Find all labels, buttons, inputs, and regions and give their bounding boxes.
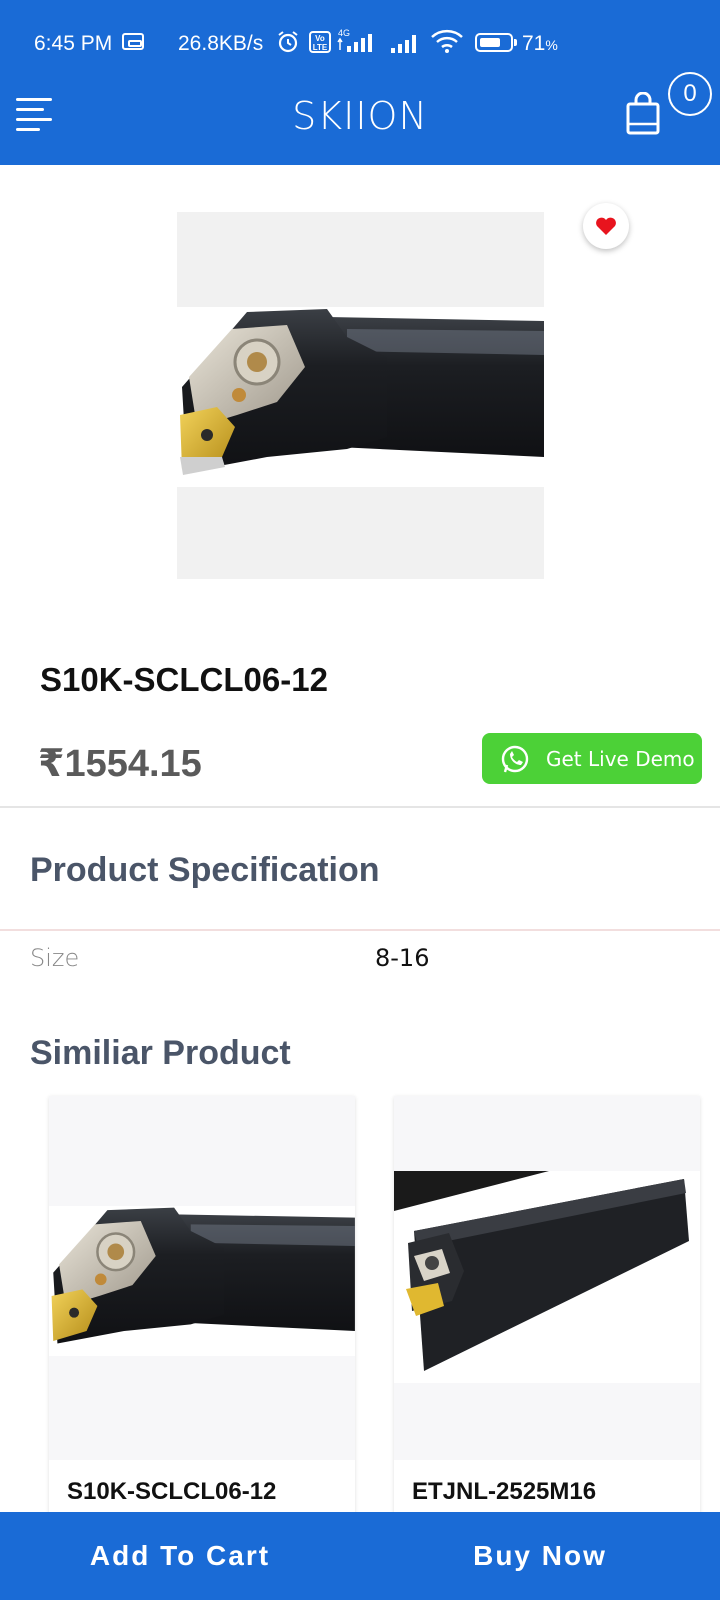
favorite-button[interactable]	[583, 203, 629, 249]
whatsapp-icon	[501, 745, 529, 773]
status-time: 6:45 PM	[34, 32, 113, 55]
spec-value-size: 8-16	[375, 944, 430, 972]
live-demo-label: Get Live Demo	[546, 747, 695, 771]
battery-percent: 71%	[522, 32, 558, 55]
shopping-bag-icon	[626, 91, 660, 135]
similar-section-title: Similiar Product	[30, 1034, 291, 1072]
status-bar: 6:45 PM 26.8KB/s Vo LTE 4G 71%	[0, 0, 720, 88]
divider	[0, 806, 720, 808]
cart-count-badge: 0	[668, 72, 712, 116]
app-header: 6:45 PM 26.8KB/s Vo LTE 4G 71% SKIION 0	[0, 0, 720, 165]
bottom-action-bar: Add To Cart Buy Now	[0, 1512, 720, 1600]
spec-divider	[0, 929, 720, 931]
spec-key-size: Size	[30, 944, 80, 972]
wifi-icon	[431, 29, 463, 53]
similar-product-name: S10K-SCLCL06-12	[49, 1460, 355, 1516]
live-demo-button[interactable]: Get Live Demo	[482, 733, 702, 784]
network-speed: 26.8KB/s	[178, 32, 264, 55]
product-name: S10K-SCLCL06-12	[40, 661, 328, 698]
similar-product-card[interactable]: S10K-SCLCL06-12	[49, 1096, 355, 1516]
similar-product-image	[394, 1171, 700, 1383]
product-image[interactable]	[177, 212, 544, 579]
volte-icon: Vo LTE	[309, 31, 331, 53]
spec-section-title: Product Specification	[30, 851, 380, 889]
add-to-cart-button[interactable]: Add To Cart	[0, 1512, 360, 1600]
buy-now-button[interactable]: Buy Now	[360, 1512, 720, 1600]
product-price: ₹1554.15	[38, 743, 202, 785]
battery-icon	[475, 33, 517, 52]
alarm-icon	[278, 31, 298, 53]
heart-icon	[596, 217, 616, 235]
cart-button[interactable]	[624, 91, 664, 136]
svg-text:4G: 4G	[338, 28, 350, 38]
similar-product-image	[49, 1206, 355, 1356]
media-icon	[122, 33, 144, 50]
product-photo	[177, 307, 544, 487]
signal-icon-2	[391, 35, 416, 53]
boring-bar-illustration	[180, 309, 544, 475]
similar-product-name: ETJNL-2525M16	[394, 1460, 700, 1516]
similar-product-card[interactable]: ETJNL-2525M16	[394, 1096, 700, 1516]
brand-title: SKIION	[292, 94, 428, 138]
signal-icon: 4G	[337, 28, 372, 52]
